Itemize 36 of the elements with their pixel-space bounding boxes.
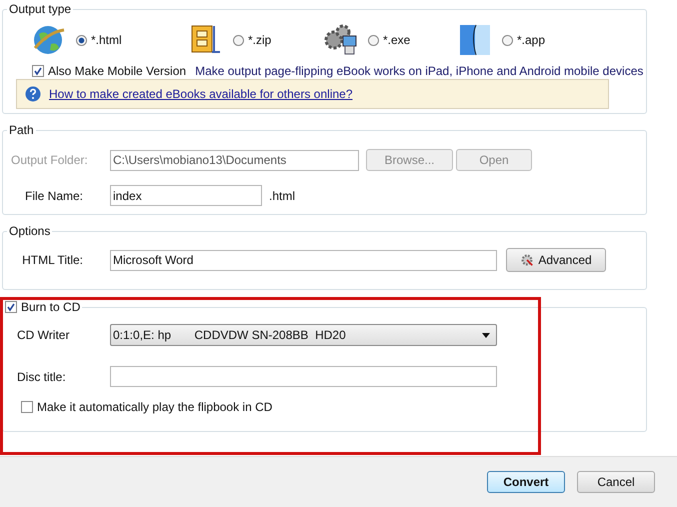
checkbox-label: Also Make Mobile Version bbox=[48, 64, 186, 78]
format-label: *.zip bbox=[248, 33, 272, 47]
caret-icon bbox=[482, 332, 490, 338]
format-label: *.app bbox=[517, 33, 546, 47]
field-label: File Name: bbox=[24, 188, 84, 202]
help-icon bbox=[25, 86, 41, 102]
convert-button[interactable]: Convert bbox=[487, 471, 565, 493]
gear-icon bbox=[520, 253, 534, 267]
mobile-note: Make output page-flipping eBook works on iPad, iPhone and Android mobile devices bbox=[195, 64, 644, 78]
advanced-button[interactable]: Advanced bbox=[506, 248, 606, 272]
format-label: *.exe bbox=[383, 33, 410, 47]
field-label: HTML Title: bbox=[21, 253, 84, 267]
group-title: Path bbox=[8, 123, 35, 137]
cd-writer-dropdown[interactable]: 0:1:0,E: hp CDDVDW SN-208BB HD20 bbox=[110, 324, 497, 346]
radio-button[interactable] bbox=[368, 34, 379, 46]
disc-title-field[interactable] bbox=[110, 366, 497, 387]
group-title: Options bbox=[8, 224, 52, 238]
checkbox-label: Make it automatically play the flipbook in CD bbox=[37, 400, 272, 414]
checkbox-label: Burn to CD bbox=[21, 300, 80, 314]
checkbox[interactable] bbox=[32, 65, 44, 77]
file-name-field[interactable]: index bbox=[110, 185, 262, 206]
checkbox[interactable] bbox=[5, 301, 17, 313]
html-title-field[interactable]: Microsoft Word bbox=[110, 250, 497, 270]
group-title: Output type bbox=[8, 2, 72, 16]
radio-button[interactable] bbox=[502, 34, 513, 46]
format-label: *.html bbox=[91, 33, 122, 47]
checkbox[interactable] bbox=[21, 401, 33, 413]
app-icon bbox=[457, 22, 493, 58]
help-link[interactable]: How to make created eBooks available for others online? bbox=[49, 87, 353, 101]
extension-label: .html bbox=[269, 188, 296, 202]
field-label: Disc title: bbox=[16, 370, 67, 384]
cancel-button[interactable]: Cancel bbox=[577, 471, 655, 493]
field-label: Output Folder: bbox=[10, 153, 89, 167]
radio-button[interactable] bbox=[233, 34, 244, 46]
radio-button[interactable] bbox=[76, 34, 87, 46]
field-label: CD Writer bbox=[16, 328, 70, 342]
